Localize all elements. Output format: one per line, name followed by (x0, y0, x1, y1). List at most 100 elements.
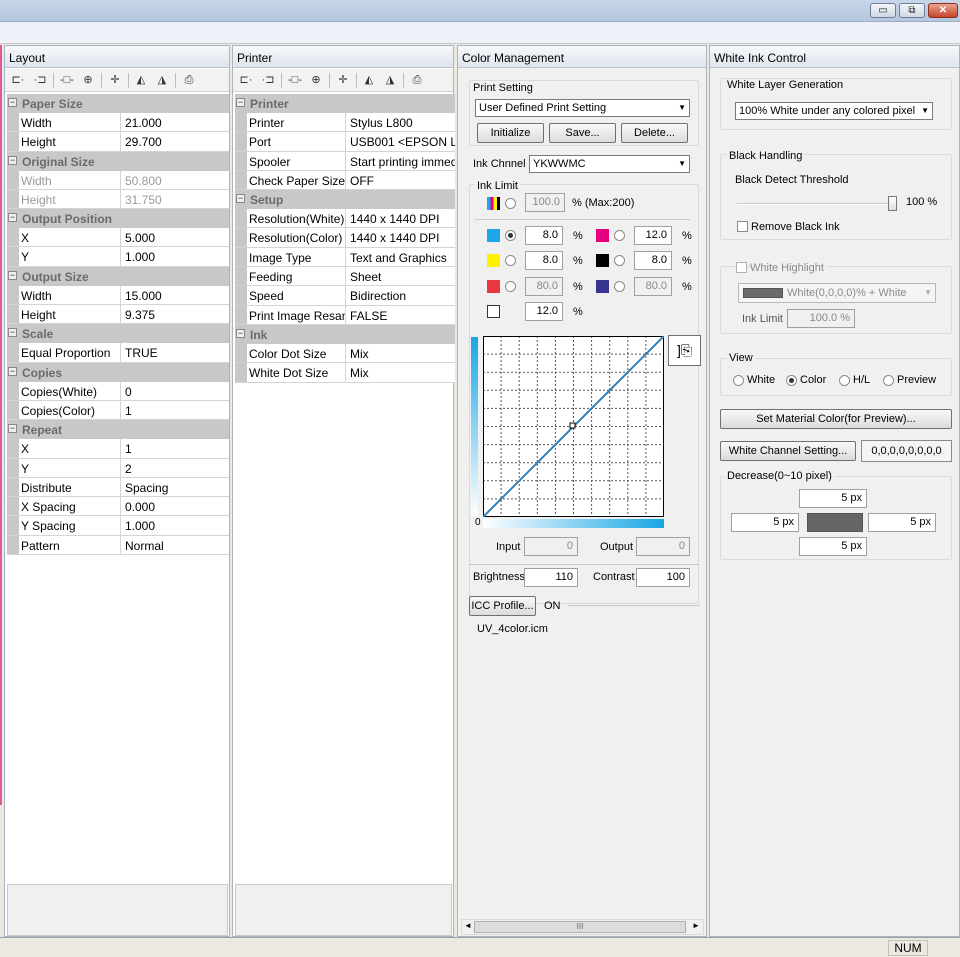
collapse-icon[interactable]: − (8, 155, 17, 165)
collapse-icon[interactable]: − (8, 213, 17, 223)
category-ink[interactable]: − Ink (235, 324, 455, 344)
print-icon[interactable]: ⎙ (407, 72, 427, 89)
property-row[interactable]: Width 50.800 (7, 170, 229, 190)
property-value[interactable]: 5.000 (121, 228, 229, 246)
input-value-field[interactable]: 0 (524, 537, 578, 556)
property-row[interactable]: Y 1.000 (7, 247, 229, 267)
ink-magenta-limit-field[interactable]: 12.0 (634, 226, 672, 245)
property-row[interactable]: Height 29.700 (7, 132, 229, 152)
property-value[interactable]: 29.700 (121, 132, 229, 150)
ink-cyan-radio[interactable] (505, 230, 516, 241)
decrease-top-field[interactable]: 5 px (799, 489, 867, 508)
horizontal-scrollbar[interactable]: ◄ III ► (461, 919, 704, 935)
property-value[interactable]: Start printing immediately (346, 152, 455, 170)
decrease-right-field[interactable]: 5 px (868, 513, 936, 532)
property-value[interactable]: 0.000 (121, 497, 229, 515)
print-icon[interactable]: ⎙ (179, 72, 199, 89)
property-value[interactable]: 15.000 (121, 286, 229, 304)
collapse-icon[interactable]: − (8, 366, 17, 376)
collapse-icon[interactable]: − (8, 328, 17, 338)
decrease-bottom-field[interactable]: 5 px (799, 537, 867, 556)
collapse-icon[interactable]: − (8, 270, 17, 280)
total-limit-field[interactable]: 100.0 (525, 193, 565, 212)
property-row[interactable]: Copies(Color) 1 (7, 400, 229, 421)
category-original-size[interactable]: − Original Size (7, 151, 229, 171)
scroll-right-icon[interactable]: ► (692, 921, 700, 930)
property-row[interactable]: Equal Proportion TRUE (7, 343, 229, 363)
view-color-radio[interactable] (786, 375, 797, 386)
property-row[interactable]: Y2 (7, 458, 229, 478)
save-button[interactable]: Save... (549, 123, 616, 143)
property-value[interactable]: 31.750 (121, 190, 229, 208)
property-row[interactable]: Height 9.375 (7, 305, 229, 325)
category-output-size[interactable]: − Output Size (7, 266, 229, 286)
category-setup[interactable]: − Setup (235, 190, 455, 210)
view-hl-radio[interactable] (839, 375, 850, 386)
white-highlight-checkbox[interactable] (736, 262, 747, 273)
total-limit-radio[interactable] (505, 198, 516, 209)
mirror-vertical-icon[interactable]: ◮ (380, 72, 400, 89)
property-value[interactable]: 2 (121, 459, 229, 477)
close-button[interactable]: ✕ (928, 3, 958, 18)
property-value[interactable]: 1440 x 1440 DPI (346, 228, 455, 246)
restore-button[interactable]: ⧉ (899, 3, 925, 18)
property-value[interactable]: 1.000 (121, 516, 229, 534)
align-top-left-icon[interactable]: ⊏· (236, 72, 256, 89)
property-row[interactable]: Speed Bidirection (235, 286, 455, 306)
property-value[interactable]: Text and Graphics (346, 248, 455, 266)
property-value[interactable]: 1 (121, 401, 229, 419)
mirror-vertical-icon[interactable]: ◮ (152, 72, 172, 89)
mirror-horizontal-icon[interactable]: ◭ (131, 72, 151, 89)
icc-profile-button[interactable]: ICC Profile... (469, 596, 536, 616)
property-row[interactable]: Printer Stylus L800 (235, 113, 455, 133)
align-top-right-icon[interactable]: ·⊐ (258, 72, 278, 89)
property-value[interactable]: 50.800 (121, 171, 229, 189)
center-icon[interactable]: ✛ (333, 72, 353, 89)
curve-control-point[interactable] (569, 422, 576, 429)
mirror-horizontal-icon[interactable]: ◭ (359, 72, 379, 89)
ink-black-radio[interactable] (614, 255, 625, 266)
property-value[interactable]: Normal (121, 536, 229, 554)
center-vertical-icon[interactable]: ⊕ (78, 72, 98, 89)
property-row[interactable]: Height 31.750 (7, 189, 229, 210)
ink-yellow-limit-field[interactable]: 8.0 (525, 251, 563, 270)
decrease-left-field[interactable]: 5 px (731, 513, 799, 532)
property-row[interactable]: Color Dot Size Mix (235, 343, 455, 364)
white-layer-select[interactable]: 100% White under any colored pixel ▼ (735, 102, 933, 120)
view-preview-radio[interactable] (883, 375, 894, 386)
link-channels-icon[interactable]: ]⎘ (668, 335, 701, 366)
property-value[interactable]: 1 (121, 439, 229, 457)
output-value-field[interactable]: 0 (636, 537, 690, 556)
print-setting-select[interactable]: User Defined Print Setting ▼ (475, 99, 690, 117)
property-value[interactable]: TRUE (121, 343, 229, 361)
category-paper-size[interactable]: − Paper Size (7, 94, 229, 113)
white-channel-button[interactable]: White Channel Setting... (720, 441, 856, 461)
property-row[interactable]: Check Paper Size OFF (235, 170, 455, 191)
property-value[interactable]: USB001 <EPSON L800> (346, 132, 455, 150)
center-horizontal-icon[interactable]: -□- (285, 72, 305, 89)
property-row[interactable]: Image Type Text and Graphics (235, 247, 455, 268)
property-row[interactable]: Feeding Sheet (235, 267, 455, 287)
property-row[interactable]: PortUSB001 <EPSON L800> (235, 132, 455, 152)
ink-black-limit-field[interactable]: 8.0 (634, 251, 672, 270)
scroll-thumb[interactable]: III (474, 921, 686, 933)
property-value[interactable]: 21.000 (121, 113, 229, 131)
align-top-right-icon[interactable]: ·⊐ (30, 72, 50, 89)
property-row[interactable]: Y Spacing 1.000 (7, 516, 229, 536)
tone-curve-graph[interactable] (483, 336, 664, 517)
center-vertical-icon[interactable]: ⊕ (306, 72, 326, 89)
ink-cyan-limit-field[interactable]: 8.0 (525, 226, 563, 245)
property-row[interactable]: Resolution(Color) 1440 x 1440 DPI (235, 228, 455, 248)
center-icon[interactable]: ✛ (105, 72, 125, 89)
property-value[interactable]: Spacing (121, 478, 229, 496)
property-value[interactable]: 1.000 (121, 247, 229, 265)
category-scale[interactable]: − Scale (7, 324, 229, 344)
delete-button[interactable]: Delete... (621, 123, 688, 143)
ink-magenta-radio[interactable] (614, 230, 625, 241)
collapse-icon[interactable]: − (236, 328, 245, 338)
ink-red-radio[interactable] (505, 281, 516, 292)
collapse-icon[interactable]: − (236, 98, 245, 107)
set-material-color-button[interactable]: Set Material Color(for Preview)... (720, 409, 952, 429)
brightness-field[interactable]: 110 (524, 568, 578, 587)
property-value[interactable]: Sheet (346, 267, 455, 285)
